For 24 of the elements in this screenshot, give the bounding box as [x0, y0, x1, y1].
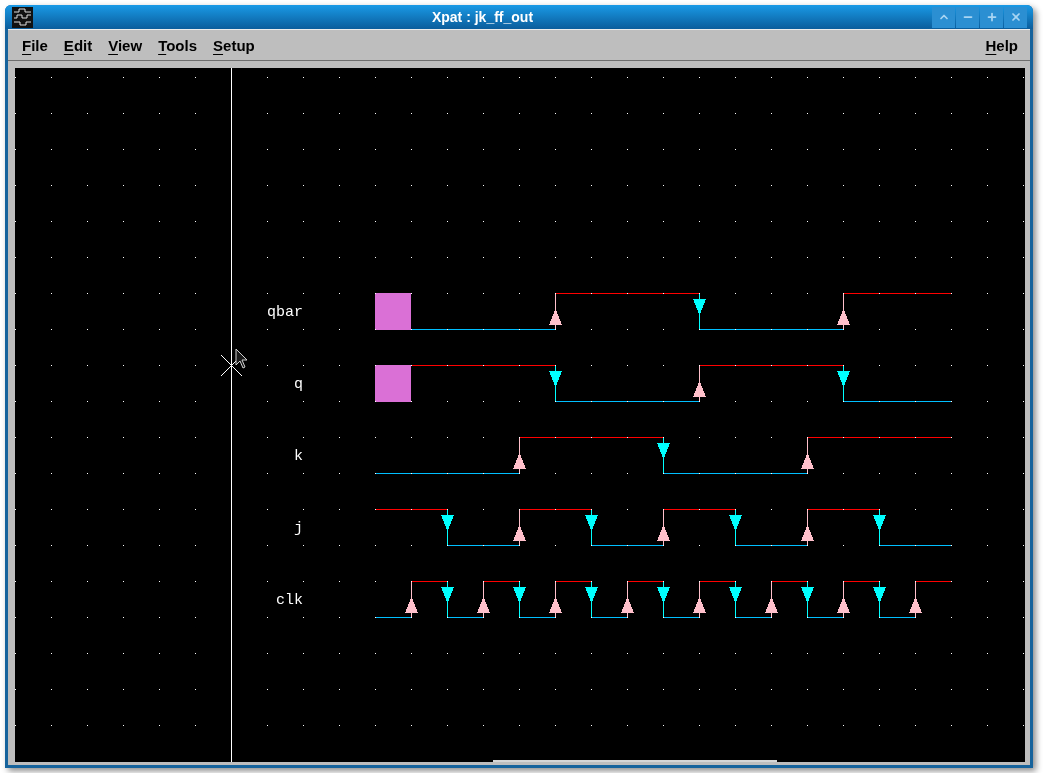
help-menu-item[interactable]: Help — [985, 37, 1018, 53]
close-button[interactable] — [1004, 6, 1027, 28]
signal-label: qbar — [267, 303, 303, 321]
menu-item[interactable]: Setup — [213, 37, 255, 53]
waveform-app-icon — [12, 6, 33, 28]
signal-label: k — [294, 447, 303, 465]
menu-item[interactable]: File — [22, 37, 48, 53]
signal-label: q — [294, 375, 303, 393]
signal-label: clk — [276, 591, 303, 609]
minimize-button[interactable] — [956, 6, 979, 28]
window-title: Xpat : jk_ff_out — [430, 10, 535, 24]
menu-item[interactable]: View — [108, 37, 143, 53]
maximize-button[interactable] — [980, 6, 1003, 28]
cross-marker-icon — [220, 354, 243, 377]
signal-label: j — [294, 519, 303, 537]
menu-item[interactable]: Tools — [158, 37, 198, 53]
shade-button[interactable] — [932, 6, 955, 28]
scrollbar-thumb[interactable] — [493, 760, 777, 762]
plus-icon — [985, 11, 998, 23]
menu-item[interactable]: Edit — [63, 37, 93, 53]
unknown-value-block — [375, 365, 411, 402]
unknown-value-block — [375, 293, 411, 330]
close-icon — [1009, 11, 1022, 23]
mouse-pointer-icon — [235, 348, 248, 369]
